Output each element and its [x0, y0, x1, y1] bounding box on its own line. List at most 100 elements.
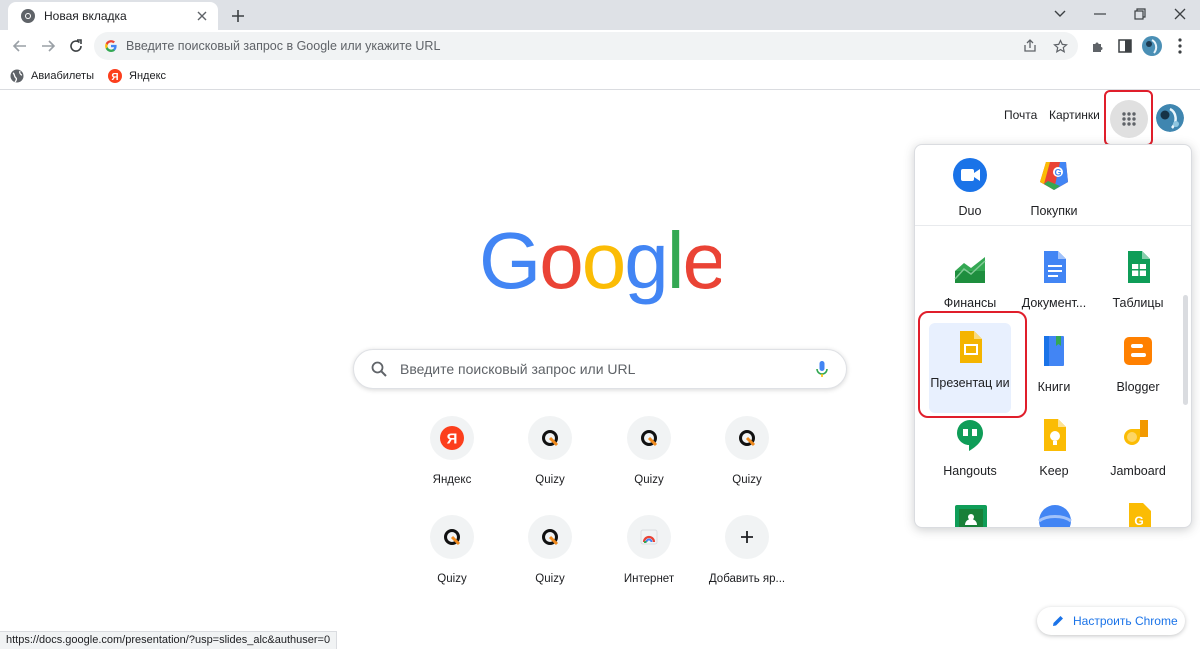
pencil-icon: [1053, 616, 1063, 626]
app-label: Таблицы: [1112, 296, 1164, 310]
tab-title: Новая вкладка: [44, 9, 127, 23]
microphone-icon[interactable]: [812, 359, 832, 379]
panel-scrollbar[interactable]: [1183, 295, 1188, 405]
shortcut-tile[interactable]: Я Яндекс: [404, 416, 500, 506]
account-avatar[interactable]: [1156, 104, 1184, 132]
arrow-right-icon: [42, 40, 56, 52]
gmail-link[interactable]: Почта: [1004, 108, 1037, 128]
app-jamboard[interactable]: Jamboard: [1097, 411, 1179, 495]
shortcut-label: Quizy: [535, 573, 565, 585]
quizy-icon: [542, 529, 559, 546]
quizy-icon: [641, 430, 658, 447]
app-sheets[interactable]: Таблицы: [1097, 243, 1179, 327]
bookmark-yandex[interactable]: Я Яндекс: [108, 68, 166, 83]
bookmark-label: Авиабилеты: [31, 69, 95, 82]
address-bar[interactable]: Введите поисковый запрос в Google или ук…: [94, 32, 1078, 60]
profile-avatar-icon[interactable]: [1140, 34, 1164, 58]
shopping-icon: G: [1040, 162, 1068, 190]
tab-strip: Новая вкладка: [0, 0, 1200, 30]
forward-button[interactable]: [36, 34, 60, 58]
star-icon[interactable]: [1048, 34, 1072, 58]
customize-label: Настроить Chrome: [1073, 614, 1178, 628]
app-label: Документ...: [1021, 296, 1087, 310]
plus-icon: [741, 531, 753, 543]
extensions-icon[interactable]: [1086, 34, 1110, 58]
tab-new-tab[interactable]: Новая вкладка: [8, 2, 218, 30]
app-label: Финансы: [943, 296, 997, 310]
shortcut-tile[interactable]: Quizy: [601, 416, 697, 506]
shortcut-label: Яндекс: [432, 474, 472, 486]
shortcut-tile[interactable]: Quizy: [404, 515, 500, 605]
hangouts-icon: [957, 420, 983, 451]
shortcut-tile[interactable]: Интернет: [601, 515, 697, 605]
chrome-web-icon: [640, 529, 658, 545]
quizy-icon: [444, 529, 461, 546]
google-logo: Google: [479, 226, 721, 305]
customize-chrome-button[interactable]: Настроить Chrome: [1037, 607, 1185, 635]
shortcut-tile[interactable]: Quizy: [502, 515, 598, 605]
arrow-left-icon: [12, 40, 26, 52]
highlight-box-apps: [1104, 90, 1153, 146]
duo-icon: [953, 158, 987, 192]
svg-text:Google: Google: [479, 226, 721, 305]
bookmarks-bar: Авиабилеты Я Яндекс: [0, 62, 1200, 90]
images-link[interactable]: Картинки: [1049, 108, 1100, 128]
quizy-icon: [739, 430, 756, 447]
panel-divider: [915, 225, 1191, 226]
back-button[interactable]: [8, 34, 32, 58]
search-box[interactable]: Введите поисковый запрос или URL: [353, 349, 847, 389]
shortcut-label: Добавить яр...: [708, 573, 786, 585]
shortcut-tile[interactable]: Quizy: [502, 416, 598, 506]
plus-icon: [232, 10, 244, 22]
shortcut-label: Quizy: [437, 573, 467, 585]
shortcut-label: Quizy: [535, 474, 565, 486]
sheets-icon: [1128, 251, 1150, 283]
app-blogger[interactable]: Blogger: [1097, 327, 1179, 411]
blogger-icon: [1124, 337, 1152, 365]
gmb-icon: G: [1129, 503, 1151, 527]
reload-icon: [70, 39, 82, 52]
yandex-icon: Я: [440, 426, 464, 450]
books-icon: [1044, 336, 1064, 366]
globe-icon: [10, 69, 24, 82]
svg-text:G: G: [1054, 168, 1061, 178]
app-label: Duo: [958, 204, 982, 218]
app-label: Jamboard: [1110, 464, 1166, 478]
highlight-box-slides: [918, 311, 1027, 418]
add-shortcut-tile[interactable]: Добавить яр...: [699, 515, 795, 605]
window-close-button[interactable]: [1160, 0, 1200, 28]
shortcut-tile[interactable]: Quizy: [699, 416, 795, 506]
classroom-icon: [955, 505, 987, 527]
shortcut-label: Интернет: [623, 573, 675, 585]
finance-icon: [954, 257, 986, 283]
new-tab-button[interactable]: [226, 4, 250, 28]
app-keep[interactable]: Keep: [1013, 411, 1095, 495]
earth-icon: [1038, 505, 1072, 527]
reload-button[interactable]: [64, 34, 88, 58]
more-menu-icon[interactable]: [1168, 34, 1192, 58]
chrome-icon: [21, 9, 35, 23]
app-label: Blogger: [1116, 380, 1160, 394]
minimize-button[interactable]: [1080, 0, 1120, 28]
app-docs[interactable]: Документ...: [1013, 243, 1095, 327]
search-input[interactable]: Введите поисковый запрос или URL: [400, 361, 812, 377]
bookmark-aviabilety[interactable]: Авиабилеты: [10, 69, 94, 83]
shortcut-label: Quizy: [732, 474, 762, 486]
app-duo[interactable]: Duo: [929, 151, 1011, 235]
share-icon[interactable]: [1018, 34, 1042, 58]
yandex-icon: Я: [108, 68, 123, 83]
chevron-down-icon[interactable]: [1040, 0, 1080, 28]
app-hangouts[interactable]: Hangouts: [929, 411, 1011, 495]
quizy-icon: [542, 430, 559, 447]
app-label: Hangouts: [943, 464, 997, 478]
side-panel-icon[interactable]: [1113, 34, 1137, 58]
keep-icon: [1044, 419, 1066, 451]
status-bar-url: https://docs.google.com/presentation/?us…: [0, 631, 338, 649]
app-label: Покупки: [1030, 204, 1078, 218]
jamboard-icon: [1124, 420, 1148, 445]
app-shopping[interactable]: G Покупки: [1013, 151, 1095, 235]
svg-text:Я: Я: [111, 72, 118, 83]
close-icon[interactable]: [194, 8, 210, 24]
restore-button[interactable]: [1120, 0, 1160, 28]
docs-icon: [1044, 251, 1066, 283]
